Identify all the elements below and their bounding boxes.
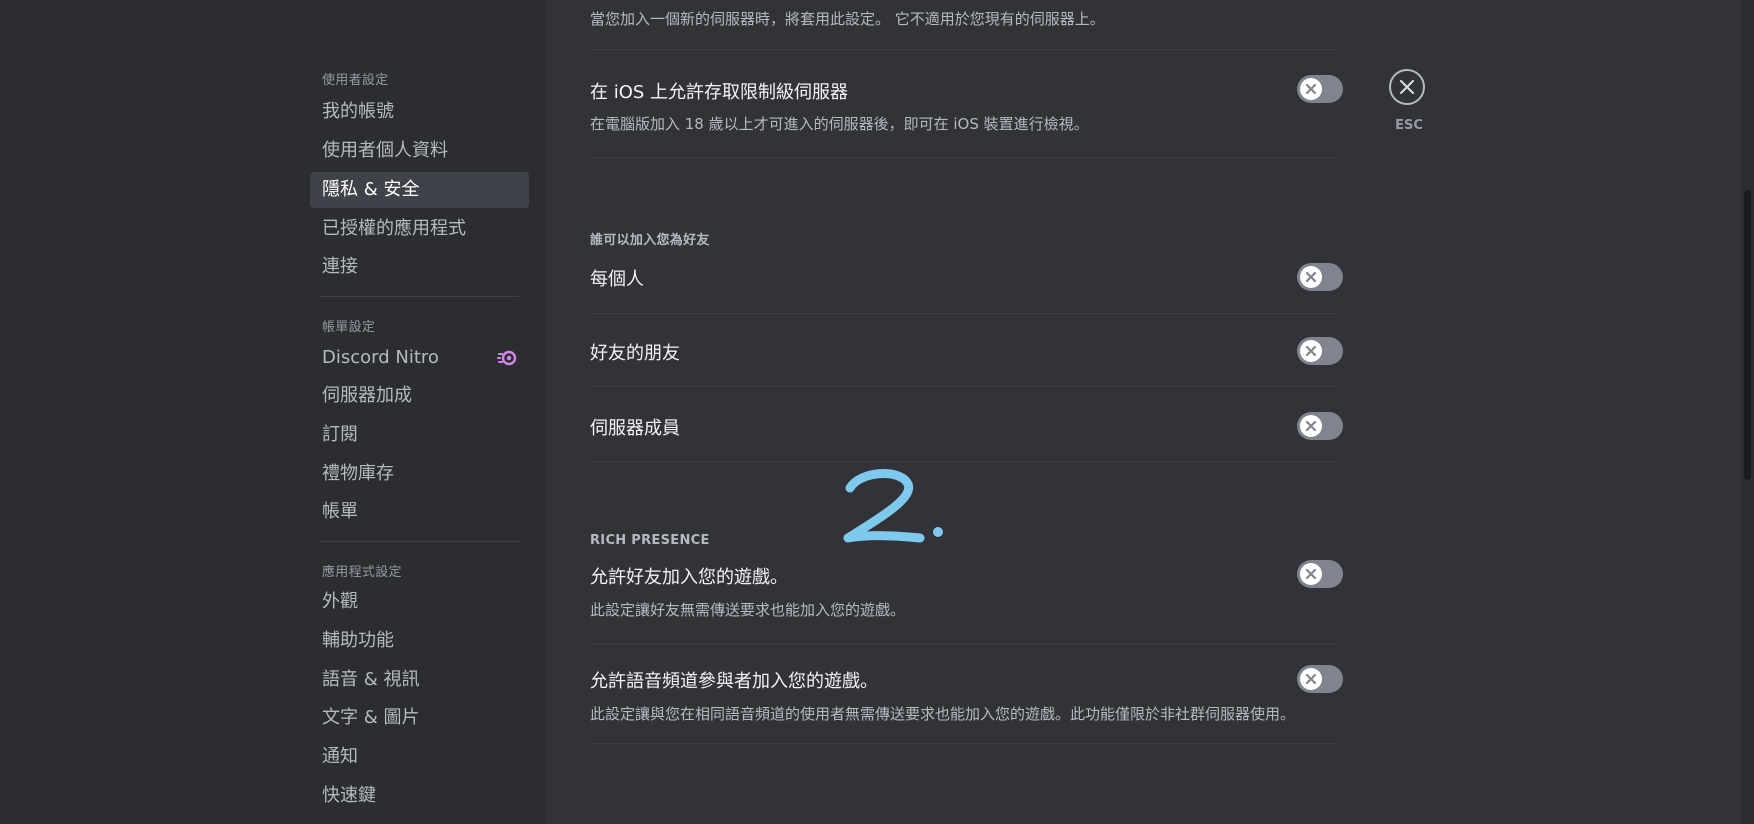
sidebar-item-gift-inventory[interactable]: 禮物庫存: [310, 456, 529, 492]
ios-access-desc: 在電腦版加入 18 歲以上才可進入的伺服器後，即可在 iOS 裝置進行檢視。: [590, 115, 1089, 133]
nitro-icon: [497, 350, 517, 366]
allow-friends-join-title: 允許好友加入您的遊戲。: [590, 567, 788, 588]
sidebar-item-accessibility[interactable]: 輔助功能: [310, 623, 529, 659]
sidebar-item-authorized-apps[interactable]: 已授權的應用程式: [310, 211, 529, 247]
allow-voice-join-desc: 此設定讓與您在相同語音頻道的使用者無需傳送要求也能加入您的遊戲。此功能僅限於非社…: [590, 705, 1296, 723]
settings-sidebar: 使用者設定 我的帳號 使用者個人資料 隱私 & 安全 已授權的應用程式 連接 帳…: [0, 0, 545, 824]
settings-content: 當您加入一個新的伺服器時，將套用此設定。 它不適用於您現有的伺服器上。 在 iO…: [545, 0, 1740, 824]
nav-divider: [320, 541, 519, 542]
friend-of-friends-toggle[interactable]: [1297, 337, 1343, 365]
x-icon: [1305, 83, 1317, 95]
allow-friends-join-toggle[interactable]: [1297, 560, 1343, 588]
friend-everyone-title: 每個人: [590, 269, 644, 290]
x-icon: [1305, 673, 1317, 685]
divider: [590, 743, 1340, 744]
divider: [590, 461, 1340, 462]
toggle-knob: [1300, 340, 1322, 362]
friend-of-friends-title: 好友的朋友: [590, 343, 680, 364]
sidebar-item-server-boost[interactable]: 伺服器加成: [310, 378, 529, 414]
divider: [590, 643, 1340, 644]
sidebar-item-my-account[interactable]: 我的帳號: [310, 94, 529, 130]
x-icon: [1305, 271, 1317, 283]
allow-friends-join-desc: 此設定讓好友無需傳送要求也能加入您的遊戲。: [590, 601, 906, 619]
esc-label: ESC: [1395, 118, 1423, 133]
server-members-toggle[interactable]: [1297, 412, 1343, 440]
allow-voice-join-toggle[interactable]: [1297, 665, 1343, 693]
toggle-knob: [1300, 668, 1322, 690]
sidebar-item-text-images[interactable]: 文字 & 圖片: [310, 700, 529, 736]
close-icon: [1400, 80, 1414, 94]
divider: [590, 49, 1340, 50]
sidebar-item-discord-nitro[interactable]: Discord Nitro: [310, 340, 529, 376]
nav-header-app-settings: 應用程式設定: [322, 565, 402, 580]
divider: [590, 157, 1340, 158]
close-settings-button[interactable]: [1389, 69, 1425, 105]
friend-request-header: 誰可以加入您為好友: [590, 233, 710, 248]
sidebar-item-billing[interactable]: 帳單: [310, 494, 529, 530]
divider: [590, 386, 1340, 387]
divider: [590, 313, 1340, 314]
allow-voice-join-title: 允許語音頻道參與者加入您的遊戲。: [590, 671, 878, 692]
x-icon: [1305, 568, 1317, 580]
nav-divider: [320, 296, 519, 297]
toggle-knob: [1300, 415, 1322, 437]
sidebar-item-subscriptions[interactable]: 訂閱: [310, 417, 529, 453]
sidebar-item-connections[interactable]: 連接: [310, 249, 529, 285]
sidebar-item-notifications[interactable]: 通知: [310, 739, 529, 775]
sidebar-item-privacy-safety[interactable]: 隱私 & 安全: [310, 172, 529, 208]
ios-access-toggle[interactable]: [1297, 75, 1343, 103]
nav-header-billing-settings: 帳單設定: [322, 320, 376, 335]
handwritten-annotation-2: [843, 468, 943, 543]
toggle-knob: [1300, 563, 1322, 585]
rich-presence-header: RICH PRESENCE: [590, 533, 710, 548]
toggle-knob: [1300, 78, 1322, 100]
x-icon: [1305, 420, 1317, 432]
sidebar-item-appearance[interactable]: 外觀: [310, 584, 529, 620]
sidebar-item-profile[interactable]: 使用者個人資料: [310, 133, 529, 169]
sidebar-item-label: Discord Nitro: [322, 347, 439, 368]
sidebar-item-keybinds[interactable]: 快速鍵: [310, 778, 529, 814]
toggle-knob: [1300, 266, 1322, 288]
nav-header-user-settings: 使用者設定: [322, 73, 389, 88]
server-default-desc: 當您加入一個新的伺服器時，將套用此設定。 它不適用於您現有的伺服器上。: [590, 10, 1105, 28]
sidebar-item-voice-video[interactable]: 語音 & 視訊: [310, 662, 529, 698]
ios-access-title: 在 iOS 上允許存取限制級伺服器: [590, 82, 849, 103]
friend-everyone-toggle[interactable]: [1297, 263, 1343, 291]
x-icon: [1305, 345, 1317, 357]
scrollbar-thumb[interactable]: [1744, 190, 1751, 480]
server-members-title: 伺服器成員: [590, 418, 680, 439]
